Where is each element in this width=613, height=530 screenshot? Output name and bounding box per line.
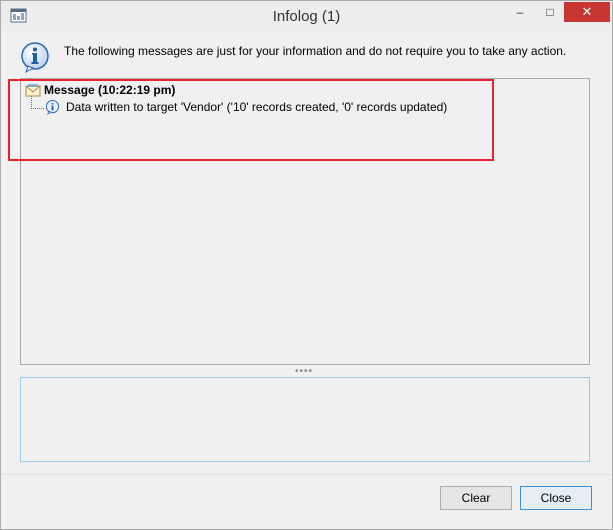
- panel-splitter[interactable]: ••••: [295, 366, 313, 377]
- tree-item[interactable]: Data written to target 'Vendor' ('10' re…: [45, 98, 447, 116]
- infolog-window: Infolog (1) – □ ✕ The following messages…: [0, 0, 613, 530]
- envelope-icon: [25, 84, 41, 97]
- footer-divider: [1, 474, 612, 475]
- tree-connector: [31, 96, 44, 109]
- clear-button[interactable]: Clear: [440, 486, 512, 510]
- minimize-button[interactable]: –: [506, 2, 534, 22]
- info-message: The following messages are just for your…: [64, 44, 567, 58]
- tree-group-message[interactable]: Message (10:22:19 pm): [25, 81, 175, 99]
- tree-item-text: Data written to target 'Vendor' ('10' re…: [66, 100, 448, 114]
- message-detail-pane[interactable]: [20, 377, 590, 462]
- message-tree[interactable]: Message (10:22:19 pm) Data written to ta…: [20, 78, 590, 365]
- title-bar: Infolog (1) – □ ✕: [1, 1, 612, 31]
- close-button[interactable]: Close: [520, 486, 592, 510]
- info-small-icon: [45, 99, 60, 115]
- info-icon: [21, 42, 49, 73]
- maximize-button[interactable]: □: [536, 2, 564, 22]
- window-close-button[interactable]: ✕: [564, 2, 610, 22]
- tree-group-label: Message (10:22:19 pm): [44, 83, 176, 97]
